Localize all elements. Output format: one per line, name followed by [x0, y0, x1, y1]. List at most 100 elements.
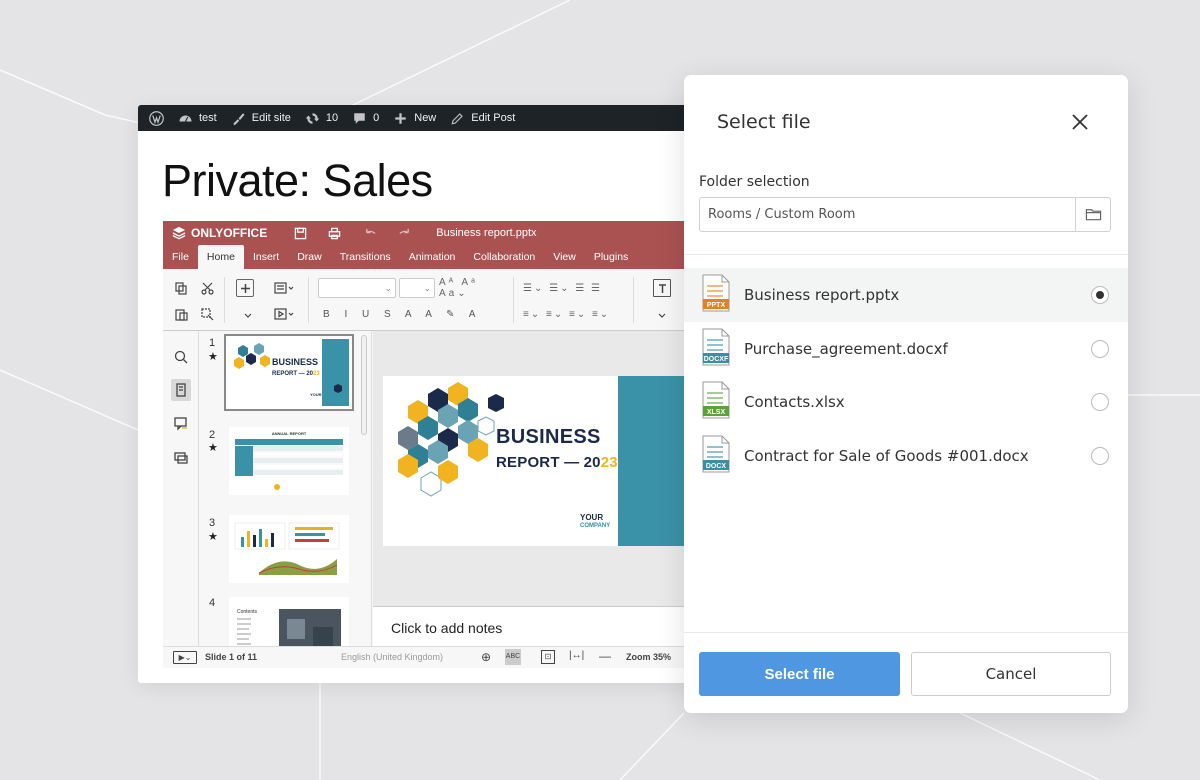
brush-icon [232, 112, 245, 125]
file-list-item[interactable]: DOCXF Purchase_agreement.docxf [684, 322, 1128, 376]
redo-button[interactable] [397, 226, 411, 240]
alignment-controls[interactable]: ≡⌄ ≡⌄ ≡⌄ ≡⌄ [523, 307, 618, 321]
site-name-link[interactable]: test [171, 105, 224, 131]
comments-button[interactable] [171, 413, 191, 435]
chat-button[interactable] [171, 447, 191, 469]
file-select-radio[interactable] [1091, 447, 1109, 465]
slides-panel-button[interactable] [171, 379, 191, 401]
divider [684, 632, 1128, 633]
slide-title: BUSINESS [496, 426, 601, 448]
spellcheck-icon[interactable]: ABC [505, 649, 521, 665]
cancel-button[interactable]: Cancel [911, 652, 1111, 696]
select-file-button[interactable]: Select file [699, 652, 900, 696]
current-slide[interactable]: BUSINESS REPORT — 2023 YOUR COMPANY [383, 376, 693, 546]
fit-slide-icon[interactable]: ⊡ [541, 650, 555, 664]
tab-draw[interactable]: Draw [288, 245, 331, 269]
print-button[interactable] [327, 226, 341, 240]
select-all-button[interactable] [199, 307, 215, 321]
new-label: New [414, 112, 437, 124]
search-icon [174, 350, 188, 364]
text-box-dropdown[interactable] [657, 311, 667, 321]
dialog-title: Select file [717, 111, 811, 133]
start-slideshow-button[interactable] [273, 307, 297, 321]
copy-button[interactable] [173, 281, 189, 295]
paste-button[interactable] [173, 307, 189, 321]
slide-thumbnail-4[interactable]: Contents [229, 597, 349, 646]
undo-icon [365, 228, 376, 234]
comments-link[interactable]: 0 [345, 105, 386, 131]
copy-icon [174, 281, 187, 295]
add-slide-button[interactable] [236, 279, 254, 297]
edit-post-link[interactable]: Edit Post [443, 105, 522, 131]
language-select[interactable]: English (United Kingdom) [341, 652, 443, 662]
file-name: Purchase_agreement.docxf [744, 340, 948, 358]
tab-home[interactable]: Home [197, 245, 244, 269]
layout-icon [274, 282, 294, 294]
star-icon: ★ [208, 531, 218, 543]
edit-site-link[interactable]: Edit site [224, 105, 298, 131]
slide-number: 1 [209, 337, 216, 349]
updates-icon [305, 112, 320, 124]
close-button[interactable] [1069, 111, 1091, 133]
chevron-down-icon [244, 313, 252, 318]
onlyoffice-logo-icon [172, 226, 186, 240]
tab-insert[interactable]: Insert [244, 245, 288, 269]
editor-toolbar: ⌄ ⌄ Aᴬ Aᵃ Aa⌄ B I U S A A ✎ A ☰⌄ ☰⌄ ☰ ☰ … [163, 269, 698, 331]
font-size-select[interactable]: ⌄ [399, 278, 435, 298]
text-box-button[interactable] [653, 279, 671, 297]
text-format-buttons[interactable]: B I U S A A ✎ A [323, 307, 503, 321]
font-family-select[interactable]: ⌄ [318, 278, 396, 298]
slide-thumbnail-1[interactable]: BUSINESS REPORT — 2023 YOUR [224, 334, 354, 411]
folder-path-input[interactable] [700, 198, 1075, 231]
new-content-link[interactable]: New [386, 105, 443, 131]
thumbnails-scrollbar[interactable] [361, 335, 367, 435]
list-controls[interactable]: ☰⌄ ☰⌄ ☰ ☰ [523, 281, 618, 295]
toolbar-separator [308, 277, 309, 323]
toolbar-separator [224, 277, 225, 323]
tab-file[interactable]: File [163, 245, 198, 269]
toolbar-separator [513, 277, 514, 323]
file-ext-label: DOCXF [704, 356, 729, 363]
notes-area[interactable]: Click to add notes [373, 606, 698, 646]
zoom-level: Zoom 35% [626, 652, 672, 662]
file-list-item[interactable]: DOCX Contract for Sale of Goods #001.docx [684, 429, 1128, 483]
fit-width-icon[interactable]: |↔| [569, 650, 584, 661]
font-size-controls[interactable]: Aᴬ Aᵃ Aa⌄ [439, 277, 499, 299]
tab-plugins[interactable]: Plugins [585, 245, 637, 269]
slide-thumbnail-3[interactable] [229, 515, 349, 583]
tab-transitions[interactable]: Transitions [331, 245, 400, 269]
slide-number: 3 [209, 517, 216, 529]
search-button[interactable] [171, 346, 191, 368]
layout-dropdown[interactable] [273, 281, 297, 295]
slide-thumbnail-2[interactable]: ANNUAL REPORT [229, 427, 349, 495]
slide-options-dropdown[interactable] [243, 311, 253, 321]
tab-view[interactable]: View [544, 245, 585, 269]
file-list-item[interactable]: PPTX Business report.pptx [684, 268, 1128, 322]
file-list-item[interactable]: XLSX Contacts.xlsx [684, 375, 1128, 429]
wp-admin-bar: test Edit site 10 0 New Edit Post [138, 105, 698, 131]
file-select-radio[interactable] [1091, 393, 1109, 411]
comment-icon [354, 112, 365, 124]
browse-folder-button[interactable] [1075, 198, 1110, 231]
undo-button[interactable] [363, 226, 377, 240]
tab-animation[interactable]: Animation [400, 245, 465, 269]
slideshow-button[interactable]: ▶⌄ [173, 651, 197, 664]
toolbar-separator [633, 277, 634, 323]
file-select-radio[interactable] [1091, 340, 1109, 358]
onlyoffice-logo: ONLYOFFICE [172, 226, 267, 240]
editor-title-bar: ONLYOFFICE Business report.pptx [163, 221, 698, 245]
file-type-icon: DOCXF [702, 328, 730, 366]
play-icon [274, 308, 294, 320]
updates-link[interactable]: 10 [298, 105, 345, 131]
globe-icon[interactable]: ⊕ [481, 650, 491, 664]
file-select-radio[interactable] [1091, 286, 1109, 304]
wordpress-window: test Edit site 10 0 New Edit Post Privat… [138, 105, 698, 683]
cut-button[interactable] [199, 281, 215, 295]
dashboard-icon [179, 115, 192, 122]
zoom-out-icon[interactable]: — [599, 649, 611, 663]
tab-collaboration[interactable]: Collaboration [464, 245, 544, 269]
save-button[interactable] [293, 226, 307, 240]
status-bar: ▶⌄ Slide 1 of 11 English (United Kingdom… [163, 646, 698, 668]
wp-logo-button[interactable] [142, 105, 171, 131]
contents-graphic [237, 609, 341, 646]
